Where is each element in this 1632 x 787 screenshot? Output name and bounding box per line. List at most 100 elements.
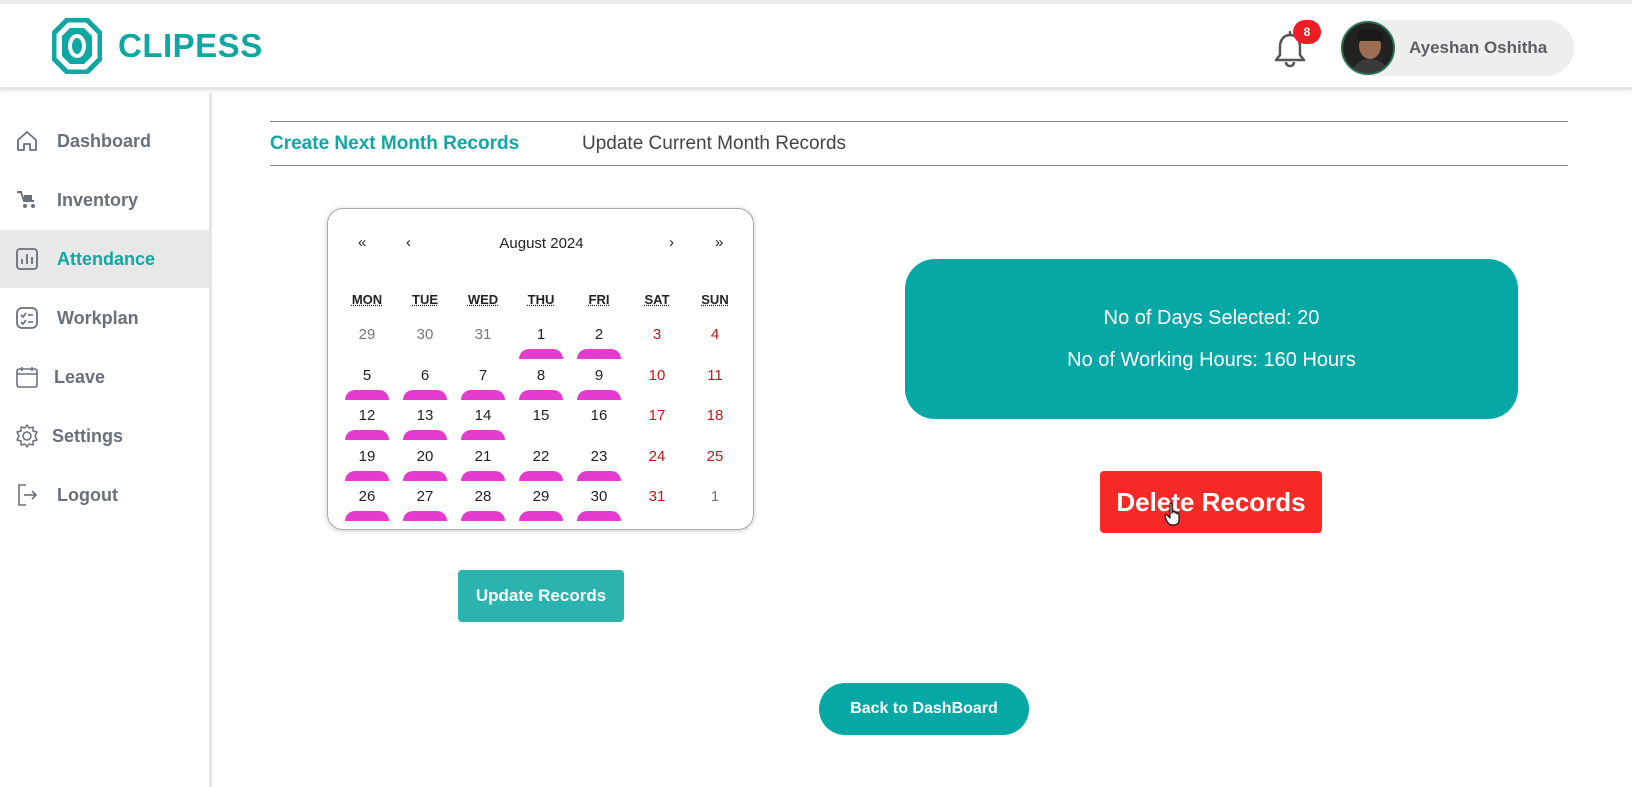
calendar-day[interactable]: 4 <box>686 319 744 359</box>
calendar-day-number: 2 <box>594 326 604 343</box>
calendar-next-button[interactable]: › <box>669 234 674 251</box>
home-icon <box>17 131 37 151</box>
calendar-day[interactable]: 16 <box>570 400 628 440</box>
calendar-day-number: 10 <box>648 367 666 384</box>
record-tabs: Create Next Month Records Update Current… <box>270 121 1568 166</box>
selected-day-marker <box>577 511 621 521</box>
sidebar-item-attendance[interactable]: Attendance <box>0 230 209 288</box>
calendar-day-number: 4 <box>710 326 720 343</box>
calendar-day[interactable]: 26 <box>338 481 396 521</box>
selected-day-marker <box>577 390 621 400</box>
selected-day-marker <box>519 471 563 481</box>
calendar-day-number: 3 <box>652 326 662 343</box>
checklist-icon <box>16 307 38 329</box>
sidebar-item-label: Leave <box>54 366 106 387</box>
selected-day-marker <box>345 471 389 481</box>
calendar-day[interactable]: 20 <box>396 441 454 481</box>
brand-logo[interactable]: CLIPESS <box>52 18 263 74</box>
calendar-day[interactable]: 22 <box>512 441 570 481</box>
calendar-day-number: 17 <box>648 407 666 424</box>
calendar-day[interactable]: 18 <box>686 400 744 440</box>
calendar-day[interactable]: 29 <box>338 319 396 359</box>
calendar-day[interactable]: 14 <box>454 400 512 440</box>
calendar-day[interactable]: 24 <box>628 441 686 481</box>
sidebar-item-leave[interactable]: Leave <box>0 348 209 406</box>
selected-day-marker <box>461 430 505 440</box>
calendar-day[interactable]: 31 <box>628 481 686 521</box>
calendar-day[interactable]: 12 <box>338 400 396 440</box>
sidebar-item-dashboard[interactable]: Dashboard <box>0 112 209 170</box>
selected-day-marker <box>577 471 621 481</box>
selected-day-marker <box>461 511 505 521</box>
calendar-day[interactable]: 3 <box>628 319 686 359</box>
calendar-day-number: 25 <box>706 448 724 465</box>
weekday-header: WED <box>467 292 499 307</box>
selected-day-marker <box>577 349 621 359</box>
logout-icon <box>18 484 38 506</box>
calendar: « ‹ August 2024 › » MON TUE WED THU FRI SAT SU… <box>327 208 754 530</box>
calendar-day-number: 29 <box>358 326 376 343</box>
calendar-day-number: 27 <box>416 488 434 505</box>
selected-day-marker <box>461 390 505 400</box>
selected-day-marker <box>403 471 447 481</box>
calendar-day-number: 22 <box>532 448 550 465</box>
days-selected-text: No of Days Selected: 20 <box>1103 307 1320 329</box>
sidebar-item-label: Workplan <box>57 307 139 328</box>
selected-day-marker <box>519 390 563 400</box>
calendar-last-button[interactable]: » <box>715 234 723 251</box>
update-records-button[interactable]: Update Records <box>458 570 624 622</box>
calendar-day[interactable]: 11 <box>686 360 744 400</box>
calendar-day-number: 19 <box>358 448 376 465</box>
calendar-day-number: 8 <box>536 367 546 384</box>
sidebar-item-settings[interactable]: Settings <box>0 407 209 465</box>
selected-day-marker <box>519 349 563 359</box>
delete-records-button[interactable]: Delete Records <box>1100 471 1322 533</box>
calendar-day[interactable]: 29 <box>512 481 570 521</box>
calendar-day[interactable]: 15 <box>512 400 570 440</box>
tab-create-next-month[interactable]: Create Next Month Records <box>270 133 519 155</box>
calendar-day[interactable]: 21 <box>454 441 512 481</box>
calendar-day[interactable]: 25 <box>686 441 744 481</box>
chart-icon <box>16 248 38 270</box>
calendar-day[interactable]: 1 <box>512 319 570 359</box>
working-hours-text: No of Working Hours: 160 Hours <box>1067 349 1356 371</box>
weekday-header: FRI <box>588 292 610 307</box>
user-menu[interactable]: Ayeshan Oshitha <box>1340 20 1574 76</box>
calendar-day-number: 16 <box>590 407 608 424</box>
calendar-day[interactable]: 31 <box>454 319 512 359</box>
sidebar-item-workplan[interactable]: Workplan <box>0 289 209 347</box>
calendar-day[interactable]: 2 <box>570 319 628 359</box>
sidebar-item-label: Dashboard <box>57 130 152 151</box>
weekday-header: TUE <box>412 292 438 307</box>
calendar-day-number: 29 <box>532 488 550 505</box>
sidebar-item-inventory[interactable]: Inventory <box>0 171 209 229</box>
sidebar-item-logout[interactable]: Logout <box>0 466 209 524</box>
calendar-day[interactable]: 1 <box>686 481 744 521</box>
calendar-title[interactable]: August 2024 <box>328 235 755 252</box>
calendar-day[interactable]: 10 <box>628 360 686 400</box>
calendar-day[interactable]: 19 <box>338 441 396 481</box>
calendar-day-number: 18 <box>706 407 724 424</box>
calendar-day[interactable]: 8 <box>512 360 570 400</box>
calendar-day[interactable]: 28 <box>454 481 512 521</box>
back-to-dashboard-button[interactable]: Back to DashBoard <box>819 683 1029 735</box>
calendar-day-number: 30 <box>416 326 434 343</box>
calendar-day[interactable]: 27 <box>396 481 454 521</box>
selected-day-marker <box>345 511 389 521</box>
calendar-day[interactable]: 30 <box>396 319 454 359</box>
calendar-day[interactable]: 17 <box>628 400 686 440</box>
calendar-day[interactable]: 7 <box>454 360 512 400</box>
calendar-day[interactable]: 9 <box>570 360 628 400</box>
calendar-day[interactable]: 30 <box>570 481 628 521</box>
calendar-day-number: 14 <box>474 407 492 424</box>
calendar-day[interactable]: 13 <box>396 400 454 440</box>
selected-day-marker <box>345 390 389 400</box>
tab-update-current-month[interactable]: Update Current Month Records <box>582 133 846 155</box>
weekday-header: SAT <box>644 292 670 307</box>
selected-day-marker <box>345 430 389 440</box>
calendar-day-number: 31 <box>474 326 492 343</box>
calendar-day[interactable]: 6 <box>396 360 454 400</box>
calendar-day-number: 24 <box>648 448 666 465</box>
calendar-day[interactable]: 5 <box>338 360 396 400</box>
calendar-day[interactable]: 23 <box>570 441 628 481</box>
